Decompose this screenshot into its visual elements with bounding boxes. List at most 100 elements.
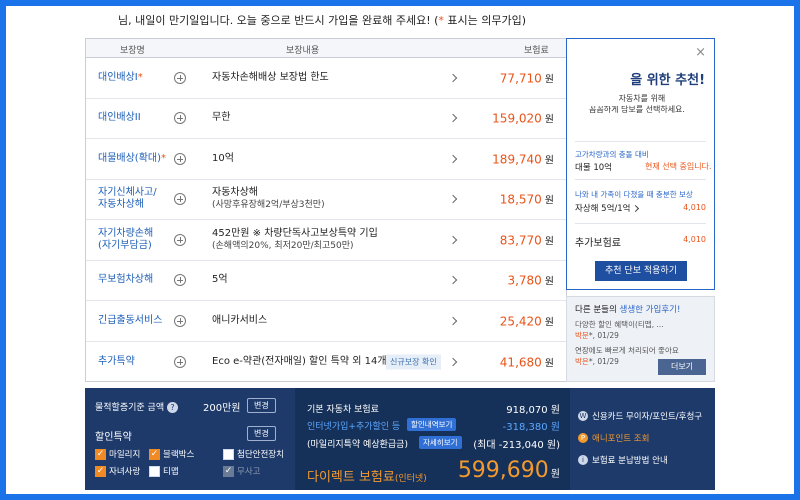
plus-circle-icon[interactable] [174,314,186,327]
checkbox-icon [223,448,234,460]
checkbox-label: 무사고 [237,467,261,477]
discount-label: 할인특약 [95,432,132,443]
coverage-name-text: 무보험차상해 [98,274,154,286]
checkbox-label: 블랙박스 [163,450,195,460]
coverage-premium: 3,780 원 [507,273,554,288]
coverage-content: 애니카서비스 [212,315,267,327]
link-label: 신용카드 무이자/포인트/후청구 [592,412,703,422]
add-premium-value: 4,010 [683,235,706,244]
plus-circle-icon[interactable] [174,274,186,287]
plus-circle-icon[interactable] [174,193,186,206]
chevron-right-icon[interactable] [448,73,458,82]
coverage-name-text: 자기신체사고/ [98,187,157,199]
direct-label: 다이렉트 보험료 [307,470,395,485]
chevron-right-icon[interactable] [448,114,458,123]
table-row[interactable]: 자기신체사고/자동차상해 자동차상해 (사망후유장해2억/부상3천만) 18,570 원 [86,180,566,220]
payment-links: W 신용카드 무이자/포인트/후청구 P 애니포인트 조회 i 보험료 분납방법 안내 [570,388,715,490]
recommend-desc-line2: 꼼꼼하게 담보를 선택하세요. [589,105,685,114]
coverage-name: 대물배상(확대)* [98,153,166,165]
coverage-content: 452만원 ※ 차량단독사고보상특약 기입 (손해액의20%, 최저20만/최고5… [212,228,378,252]
coverage-premium: 18,570 원 [500,192,554,207]
damage-threshold: 물적할증기준 금액 ? [95,400,178,413]
coverage-content-text: 자동차상해 [212,187,258,199]
new-coverage-badge[interactable]: 신규보장 확인 [386,354,441,370]
apply-recommend-button[interactable]: 추천 단보 적용하기 [595,261,687,281]
plus-circle-icon[interactable] [174,112,186,125]
coverage-premium: 77,710 원 [500,70,554,85]
table-row[interactable]: 대인배상I* 자동차손해배상 보장법 한도 77,710 원 [86,58,566,99]
required-star: * [137,71,143,83]
chevron-right-icon[interactable] [448,357,458,366]
chevron-right-icon[interactable] [448,195,458,204]
more-reviews-button[interactable]: 더보기 [658,359,706,375]
checkbox-icon: ✓ [95,448,106,460]
discount-detail-button[interactable]: 할인내역보기 [407,418,457,431]
coverage-content-sub: (사망후유장해2억/부상3천만) [212,200,325,211]
premium-unit: 원 [544,74,554,86]
coverage-name: 자기차량손해 (자기부담금) [98,228,153,252]
close-icon[interactable]: × [695,45,706,60]
rec-item1-value: 대물 10억 [575,163,612,173]
premium-amount: 159,020 [492,111,542,126]
divider [575,223,706,224]
coverage-content: 자동차상해 (사망후유장해2억/부상3천만) [212,187,325,211]
change-discount-button[interactable]: 변경 [247,426,276,441]
mileage-detail-button[interactable]: 자세히보기 [419,436,462,449]
change-damage-button[interactable]: 변경 [247,398,276,413]
table-row[interactable]: 자기차량손해 (자기부담금) 452만원 ※ 차량단독사고보상특약 기입 (손해액의2… [86,220,566,261]
payment-link[interactable]: P 애니포인트 조회 [578,432,649,444]
divider [575,179,706,180]
table-row[interactable]: 긴급출동서비스 애니카서비스 25,420 원 [86,301,566,342]
payment-link[interactable]: i 보험료 분납방법 안내 [578,454,668,466]
checkbox-icon: ✓ [223,465,234,477]
summary-bar: 물적할증기준 금액 ? 200만원 변경 할인특약 변경 ✓ 마일리지 ✓ 블랙박스 첨… [85,388,715,490]
chevron-right-icon[interactable] [448,316,458,325]
coverage-content-text: 452만원 ※ 차량단독사고보상특약 기입 [212,227,378,239]
checkbox-icon: ✓ [95,465,106,477]
header-premium: 보험료 [524,46,549,56]
plus-circle-icon[interactable] [174,152,186,165]
discount-checkbox[interactable]: 티맵 [149,465,179,477]
coverage-content-text: 자동차손해배상 보장법 한도 [212,71,329,83]
coverage-content-text: 5억 [212,274,228,286]
plus-circle-icon[interactable] [174,71,186,84]
direct-value: 599,690 [457,458,549,483]
checkbox-label: 첨단안전장치 [237,450,284,460]
table-row[interactable]: 대물배상(확대)* 10억 189,740 원 [86,139,566,180]
coverage-name-text: 긴급출동서비스 [98,314,163,326]
rec-item1-label: 고가차량과의 충돌 대비 [575,150,649,159]
premium-amount: 83,770 [499,233,542,248]
review-1-text[interactable]: 다양한 할인 혜택이(티맵, ... [575,319,664,330]
checkbox-label: 자녀사랑 [109,467,141,477]
discount-checkbox[interactable]: ✓ 블랙박스 [149,448,194,460]
discount-checkbox[interactable]: 첨단안전장치 [223,448,284,460]
premium-unit: 원 [544,195,554,207]
coverage-premium: 25,420 원 [500,313,554,328]
coverage-content: 10억 [212,153,234,165]
premium-unit: 원 [544,155,554,167]
chevron-right-icon[interactable] [448,276,458,285]
reviews-panel: 다른 분들의 생생한 가입후기! 다양한 할인 혜택이(티맵, ... 박문*,… [566,296,715,382]
plus-circle-icon[interactable] [174,355,186,368]
discount-checkbox[interactable]: ✓ 자녀사랑 [95,465,140,477]
table-body: 대인배상I* 자동차손해배상 보장법 한도 77,710 원 대인배상II 무한 159,0… [86,58,566,382]
discount-checkbox[interactable]: ✓ 마일리지 [95,448,140,460]
coverage-name-text: 대인배상I [98,71,138,83]
review-2-text[interactable]: 연장에도 빠르게 처리되어 좋아요 [575,345,679,356]
review-2-date: *, 01/29 [588,357,619,366]
table-row[interactable]: 무보험차상해 5억 3,780 원 [86,261,566,301]
plus-circle-icon[interactable] [174,233,186,246]
coverage-name-text-2: (자기부담금) [98,239,152,251]
table-row[interactable]: 추가특약 Eco e-약관(전자매일) 할인 특약 외 14개 신규보장 확인 41,… [86,342,566,383]
required-star: * [161,152,167,164]
premium-amount: 25,420 [499,314,542,329]
table-row[interactable]: 대인배상II 무한 159,020 원 [86,99,566,139]
chevron-right-icon[interactable] [448,235,458,244]
help-icon[interactable]: ? [166,402,178,413]
chevron-right-icon[interactable] [448,154,458,163]
rec-item1-current: 현재 선택 중입니다. [645,162,712,171]
review-2-meta: 박은*, 01/29 [575,356,619,367]
payment-link[interactable]: W 신용카드 무이자/포인트/후청구 [578,410,702,422]
damage-label: 물적할증기준 금액 [95,403,165,413]
rec-item2-value[interactable]: 자상해 5억/1억 [575,202,640,214]
